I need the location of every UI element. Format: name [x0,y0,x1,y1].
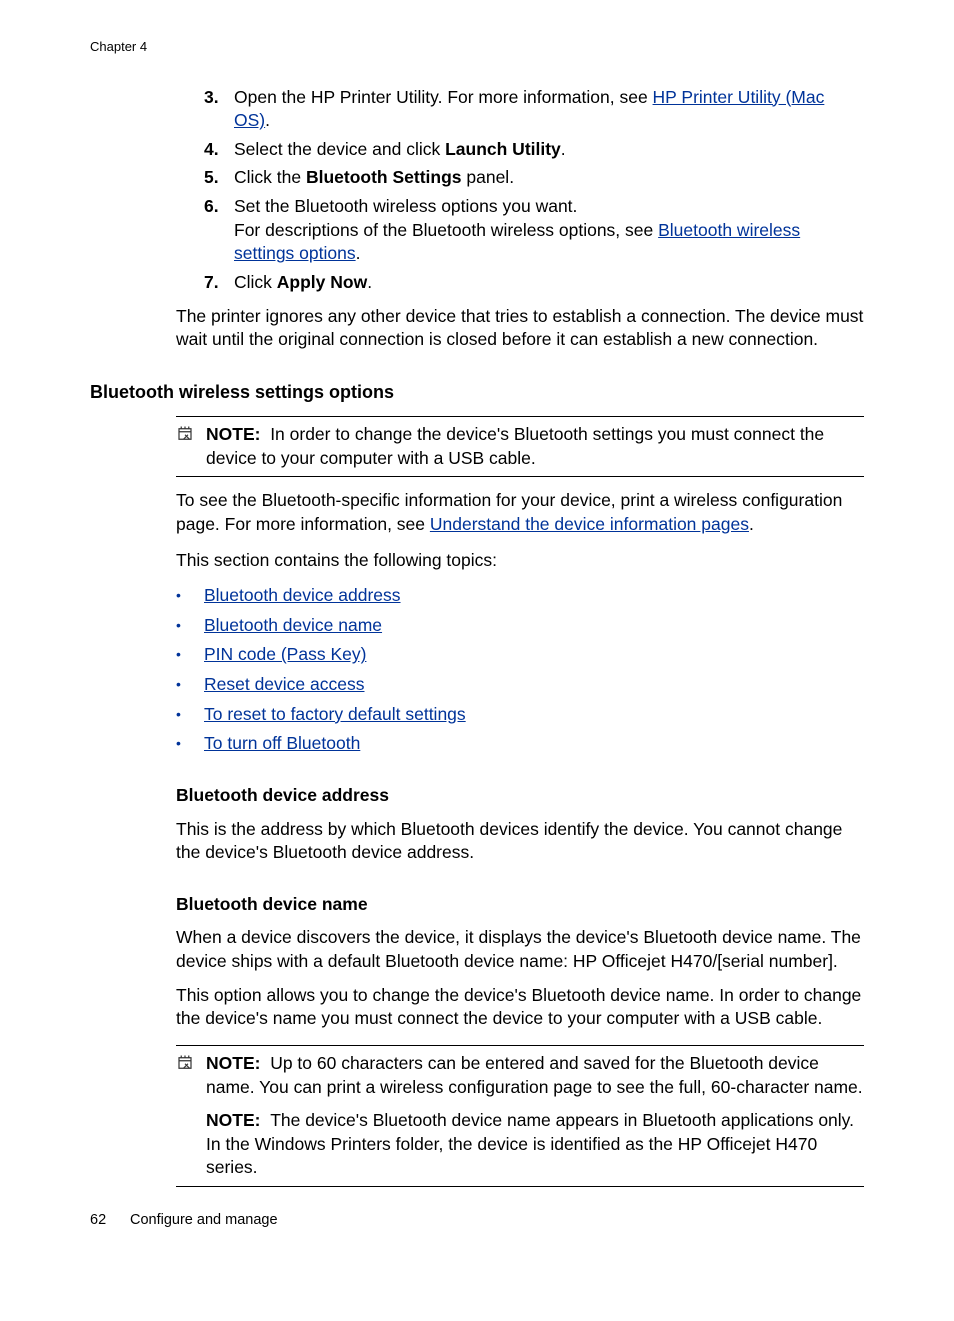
bullet-icon: • [176,614,204,638]
text: panel. [462,167,515,187]
link-topic[interactable]: PIN code (Pass Key) [204,643,366,667]
paragraph: This option allows you to change the dev… [176,984,864,1031]
step-7: 7. Click Apply Now. [204,271,864,295]
note-row: NOTE: The device's Bluetooth device name… [206,1109,864,1180]
step-number: 5. [204,166,234,190]
link-topic[interactable]: Bluetooth device address [204,584,401,608]
step-text: Click Apply Now. [234,271,864,295]
paragraph: This is the address by which Bluetooth d… [176,818,864,865]
paragraph: To see the Bluetooth-specific informatio… [176,489,864,536]
section-heading: Bluetooth wireless settings options [90,380,864,404]
note-body: NOTE: In order to change the device's Bl… [206,423,864,470]
text: Open the HP Printer Utility. For more in… [234,87,653,107]
note-icon [176,1052,206,1099]
step-number: 3. [204,86,234,133]
note-icon [176,423,206,470]
note-box: NOTE: Up to 60 characters can be entered… [176,1045,864,1187]
note-label: NOTE: [206,424,260,444]
bold-text: Apply Now [277,272,367,292]
link-topic[interactable]: Reset device access [204,673,365,697]
text: . [749,514,754,534]
bullet-icon: • [176,703,204,727]
list-item: •To reset to factory default settings [176,703,864,727]
note-text: In order to change the device's Bluetoot… [206,424,824,468]
link-topic[interactable]: Bluetooth device name [204,614,382,638]
list-item: •Reset device access [176,673,864,697]
note-body: NOTE: The device's Bluetooth device name… [206,1109,864,1180]
step-number: 6. [204,195,234,266]
link-topic[interactable]: To reset to factory default settings [204,703,466,727]
paragraph: The printer ignores any other device tha… [176,305,864,352]
step-text: Click the Bluetooth Settings panel. [234,166,864,190]
list-item: •To turn off Bluetooth [176,732,864,756]
note-text: The device's Bluetooth device name appea… [206,1110,854,1177]
bullet-icon: • [176,584,204,608]
note-body: NOTE: Up to 60 characters can be entered… [206,1052,864,1099]
text: Set the Bluetooth wireless options you w… [234,195,864,219]
text: Click the [234,167,306,187]
step-3: 3. Open the HP Printer Utility. For more… [204,86,864,133]
step-6: 6. Set the Bluetooth wireless options yo… [204,195,864,266]
step-number: 4. [204,138,234,162]
ordered-steps: 3. Open the HP Printer Utility. For more… [90,86,864,295]
chapter-header: Chapter 4 [90,38,864,56]
note-label: NOTE: [206,1053,260,1073]
step-4: 4. Select the device and click Launch Ut… [204,138,864,162]
bullet-icon: • [176,732,204,756]
note-row: NOTE: Up to 60 characters can be entered… [176,1052,864,1099]
text: Click [234,272,277,292]
list-item: •Bluetooth device address [176,584,864,608]
page-number: 62 [90,1211,130,1231]
paragraph: This section contains the following topi… [176,549,864,573]
bullet-icon: • [176,673,204,697]
footer-title: Configure and manage [130,1212,278,1228]
step-5: 5. Click the Bluetooth Settings panel. [204,166,864,190]
text: Select the device and click [234,139,445,159]
step-text: Set the Bluetooth wireless options you w… [234,195,864,266]
note-box: NOTE: In order to change the device's Bl… [176,416,864,477]
text: . [356,243,361,263]
note-text: Up to 60 characters can be entered and s… [206,1053,863,1097]
link-topic[interactable]: To turn off Bluetooth [204,732,360,756]
sub-heading: Bluetooth device address [176,784,864,808]
bold-text: Bluetooth Settings [306,167,462,187]
note-label: NOTE: [206,1110,260,1130]
step-text: Select the device and click Launch Utili… [234,138,864,162]
text: . [561,139,566,159]
list-item: •PIN code (Pass Key) [176,643,864,667]
link-device-info-pages[interactable]: Understand the device information pages [430,514,749,534]
text: . [367,272,372,292]
bold-text: Launch Utility [445,139,561,159]
list-item: •Bluetooth device name [176,614,864,638]
bullet-icon: • [176,643,204,667]
topics-list: •Bluetooth device address •Bluetooth dev… [176,584,864,756]
paragraph: When a device discovers the device, it d… [176,926,864,973]
step-text: Open the HP Printer Utility. For more in… [234,86,864,133]
page-footer: 62Configure and manage [90,1211,278,1231]
document-page: Chapter 4 3. Open the HP Printer Utility… [0,0,954,1321]
text: . [265,110,270,130]
step-number: 7. [204,271,234,295]
text: For descriptions of the Bluetooth wirele… [234,220,658,240]
sub-heading: Bluetooth device name [176,893,864,917]
